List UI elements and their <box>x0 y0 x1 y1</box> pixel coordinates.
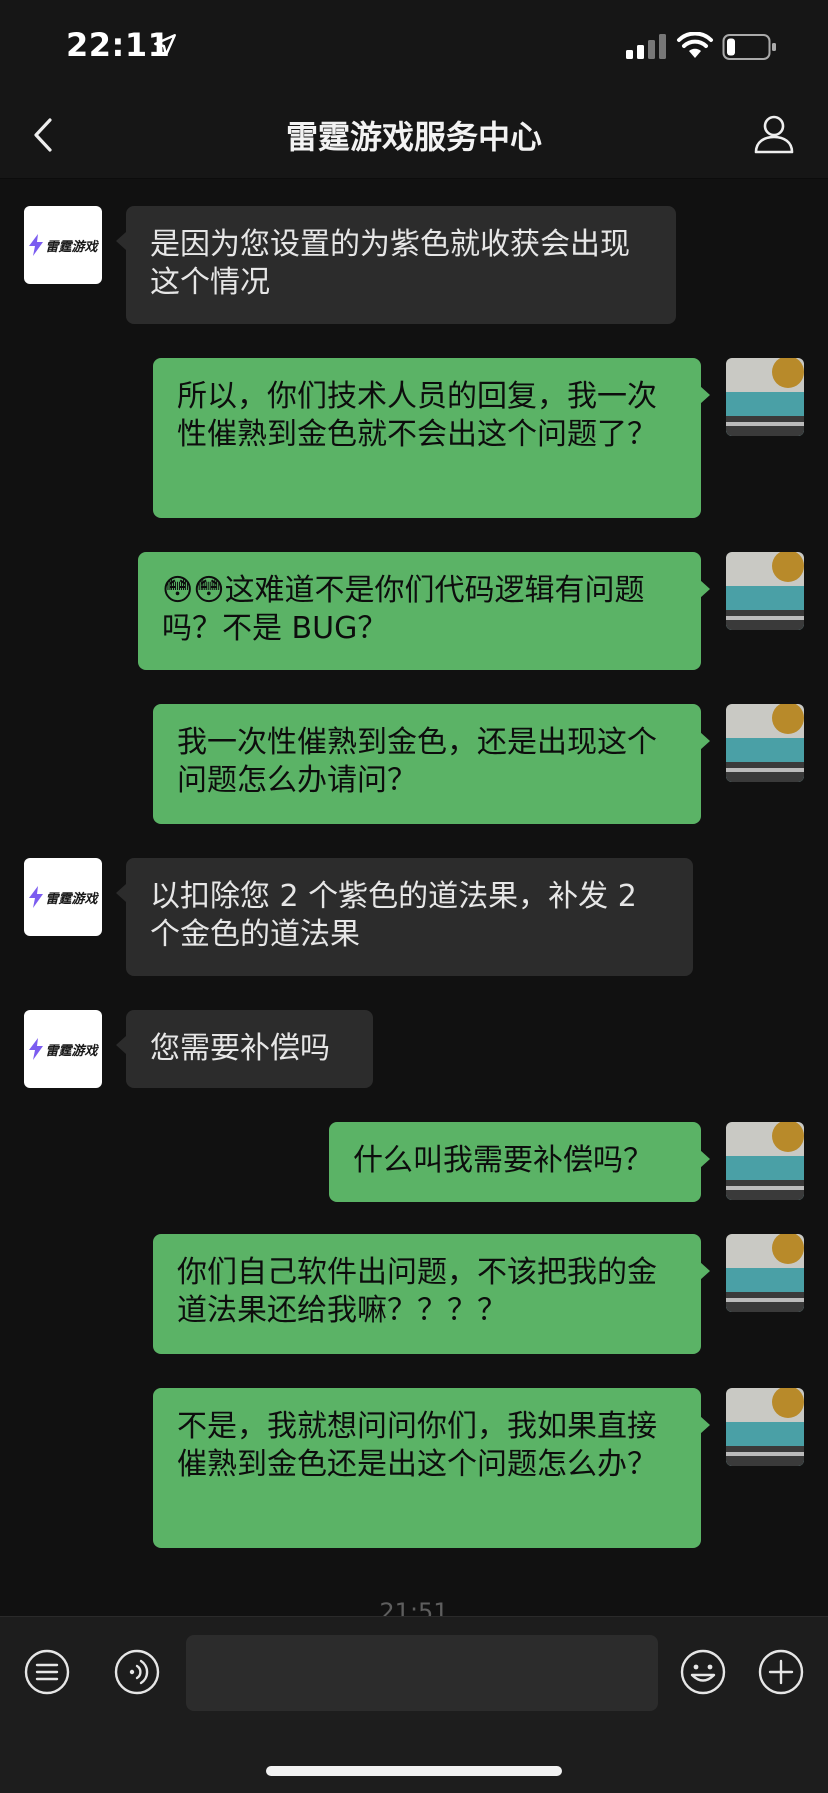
profile-icon[interactable] <box>752 112 796 156</box>
chat-title: 雷霆游戏服务中心 <box>285 118 542 156</box>
user-avatar[interactable] <box>726 1122 804 1200</box>
message-bubble-incoming[interactable]: 您需要补偿吗 <box>126 1010 373 1088</box>
bubble-tail <box>116 1036 126 1054</box>
bubble-tail <box>700 580 710 598</box>
landscape-avatar-icon <box>726 1122 804 1200</box>
wifi-icon <box>677 32 713 58</box>
message-text: 这难道不是你们代码逻辑有问题吗？不是 BUG？ <box>162 573 645 646</box>
service-avatar[interactable]: 雷霆游戏 <box>24 206 102 284</box>
bubble-tail <box>116 232 126 250</box>
status-bar: 22:11 <box>0 0 828 92</box>
message-bubble-outgoing[interactable]: 😳😳这难道不是你们代码逻辑有问题吗？不是 BUG？ <box>138 552 701 670</box>
message-bubble-outgoing[interactable]: 什么叫我需要补偿吗？ <box>329 1122 701 1202</box>
bubble-tail <box>700 732 710 750</box>
landscape-avatar-icon <box>726 1234 804 1312</box>
signal-icon <box>626 34 666 59</box>
message-bubble-outgoing[interactable]: 不是，我就想问问你们，我如果直接催熟到金色还是出这个问题怎么办？ <box>153 1388 701 1548</box>
bolt-logo-icon <box>29 1038 44 1060</box>
landscape-avatar-icon <box>726 552 804 630</box>
landscape-avatar-icon <box>726 704 804 782</box>
bubble-tail <box>700 386 710 404</box>
emoji-icon[interactable] <box>678 1647 728 1697</box>
location-arrow-icon <box>154 34 176 56</box>
service-avatar[interactable]: 雷霆游戏 <box>24 858 102 936</box>
battery-icon <box>722 34 776 60</box>
user-avatar[interactable] <box>726 358 804 436</box>
bubble-tail <box>700 1416 710 1434</box>
nav-bar: 雷霆游戏服务中心 <box>0 92 828 179</box>
bubble-tail <box>116 884 126 902</box>
message-input[interactable] <box>186 1635 658 1711</box>
service-logo-text: 雷霆游戏 <box>45 239 98 255</box>
user-avatar[interactable] <box>726 1388 804 1466</box>
user-avatar[interactable] <box>726 704 804 782</box>
user-avatar[interactable] <box>726 552 804 630</box>
menu-list-icon[interactable] <box>22 1647 72 1697</box>
message-bubble-incoming[interactable]: 以扣除您 2 个紫色的道法果，补发 2 个金色的道法果 <box>126 858 693 976</box>
home-indicator[interactable] <box>266 1766 562 1776</box>
bolt-logo-icon <box>29 886 44 908</box>
user-avatar[interactable] <box>726 1234 804 1312</box>
service-logo-text: 雷霆游戏 <box>45 891 98 907</box>
message-bubble-outgoing[interactable]: 你们自己软件出问题，不该把我的金道法果还给我嘛？？？？ <box>153 1234 701 1354</box>
flushed-emoji: 😳 <box>162 573 194 608</box>
message-bubble-outgoing[interactable]: 我一次性催熟到金色，还是出现这个问题怎么办请问？ <box>153 704 701 824</box>
service-logo-text: 雷霆游戏 <box>45 1043 98 1059</box>
bubble-tail <box>700 1150 710 1168</box>
bubble-tail <box>700 1262 710 1280</box>
message-bubble-outgoing[interactable]: 所以，你们技术人员的回复，我一次性催熟到金色就不会出这个问题了？ <box>153 358 701 518</box>
voice-icon[interactable] <box>112 1647 162 1697</box>
flushed-emoji: 😳 <box>193 573 225 608</box>
landscape-avatar-icon <box>726 1388 804 1466</box>
plus-icon[interactable] <box>756 1647 806 1697</box>
message-bubble-incoming[interactable]: 是因为您设置的为紫色就收获会出现这个情况 <box>126 206 676 324</box>
bolt-logo-icon <box>29 234 44 256</box>
landscape-avatar-icon <box>726 358 804 436</box>
service-avatar[interactable]: 雷霆游戏 <box>24 1010 102 1088</box>
